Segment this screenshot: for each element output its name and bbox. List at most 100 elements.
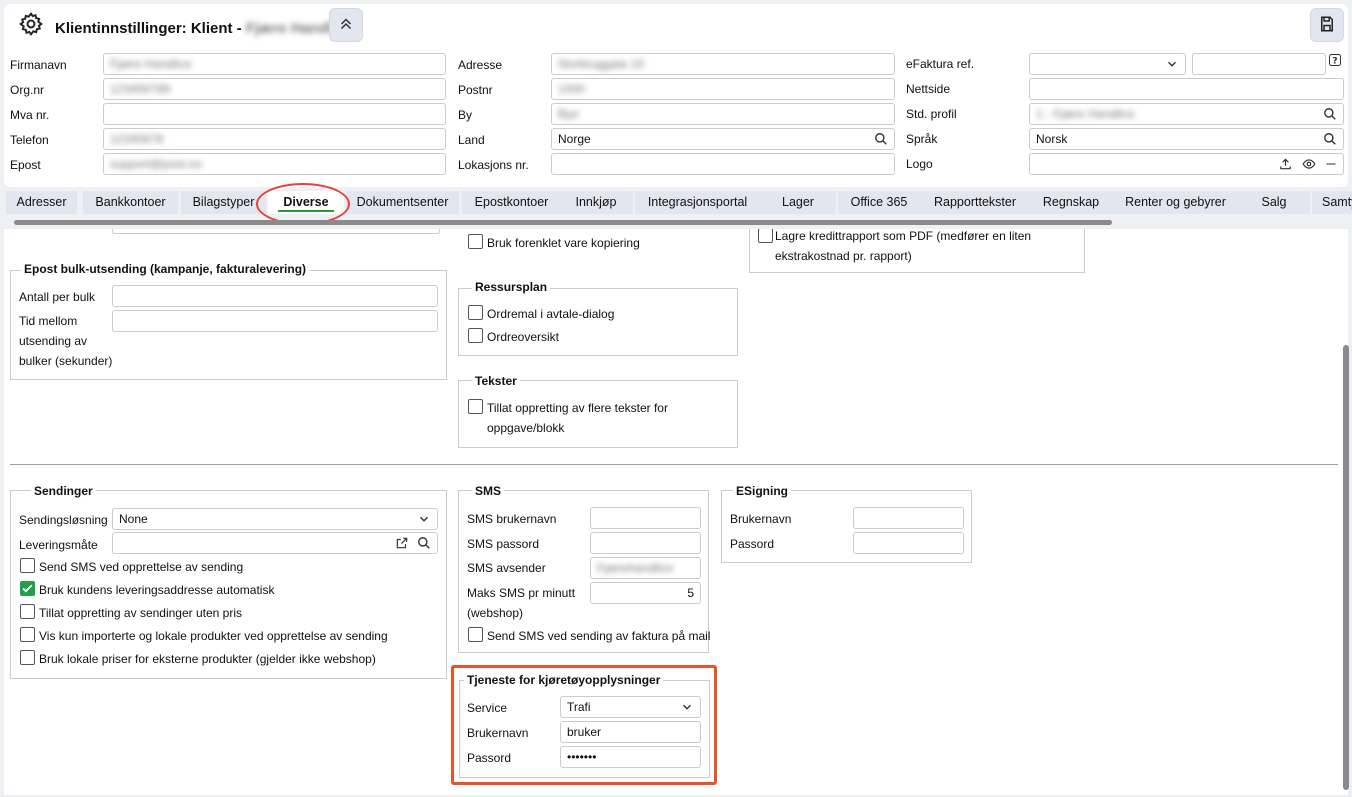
firmanavn-input[interactable]: Fjære Handlice (103, 53, 446, 75)
tab-lager[interactable]: Lager (760, 191, 836, 214)
label-telefon: Telefon (10, 133, 49, 147)
tid-mellom-input[interactable] (112, 310, 438, 332)
ordreoversikt-label: Ordreoversikt (487, 330, 560, 344)
maks-sms-label-1: Maks SMS pr minutt (467, 586, 576, 600)
collapse-button[interactable] (329, 8, 363, 42)
chevron-down-icon (1165, 57, 1179, 74)
land-input[interactable]: Norge (551, 128, 895, 150)
epost-bulk-legend: Epost bulk-utsending (kampanje, faktural… (21, 262, 310, 276)
send-sms-checkbox[interactable] (20, 558, 35, 573)
esigning-brukernavn-label: Brukernavn (730, 512, 792, 526)
search-icon[interactable] (1323, 107, 1337, 124)
send-sms-label: Send SMS ved opprettelse av sending (39, 560, 244, 574)
chevrons-up-icon (337, 15, 355, 36)
efaktura-select[interactable] (1029, 53, 1186, 75)
bruk-forenklet-checkbox[interactable] (468, 234, 483, 249)
lagre-kreditt-label-2: ekstrakostnad pr. rapport) (775, 249, 912, 263)
gear-icon (18, 11, 44, 40)
sms-brukernavn-label: SMS brukernavn (467, 512, 557, 526)
nettside-input[interactable] (1029, 78, 1344, 100)
epost-input[interactable]: support@post.no (103, 153, 446, 175)
esigning-passord-input[interactable] (853, 532, 964, 554)
sendingslosning-select[interactable]: None (112, 508, 438, 530)
antall-per-bulk-input[interactable] (112, 285, 438, 307)
eye-icon[interactable] (1301, 157, 1317, 174)
tillat-uten-pris-checkbox[interactable] (20, 604, 35, 619)
postnr-input[interactable]: 1000 (551, 78, 895, 100)
mva-input[interactable] (103, 103, 446, 125)
maks-sms-label-2: (webshop) (467, 606, 524, 620)
minus-icon[interactable] (1325, 157, 1337, 174)
label-epost: Epost (10, 158, 41, 172)
tab-office365[interactable]: Office 365 (838, 191, 920, 214)
tillat-uten-pris-label: Tillat oppretting av sendinger uten pris (39, 606, 243, 620)
tab-innkjop[interactable]: Innkjøp (559, 191, 633, 214)
ordremal-checkbox[interactable] (468, 305, 483, 320)
sms-passord-label: SMS passord (467, 537, 540, 551)
tab-regnskap[interactable]: Regnskap (1029, 191, 1113, 214)
tab-integrasjonsportal[interactable]: Integrasjonsportal (635, 191, 760, 214)
stdprofil-input[interactable]: 1 - Fjære Handlice (1029, 103, 1344, 125)
search-icon[interactable] (874, 132, 888, 149)
search-icon[interactable] (417, 536, 431, 553)
horizontal-scrollbar[interactable] (14, 220, 1112, 225)
sms-brukernavn-input[interactable] (590, 507, 701, 529)
sms-legend: SMS (472, 484, 505, 498)
efaktura-ref-input[interactable] (1192, 53, 1326, 75)
checkmark-icon (21, 584, 34, 598)
tab-bilagstyper[interactable]: Bilagstyper (181, 191, 266, 214)
upload-icon[interactable] (1278, 157, 1293, 174)
tab-salg[interactable]: Salg (1238, 191, 1310, 214)
sendingslosning-label: Sendingsløsning (19, 513, 108, 527)
bruk-lokale-priser-checkbox[interactable] (20, 650, 35, 665)
tab-adresser[interactable]: Adresser (6, 191, 77, 214)
tab-epostkontoer[interactable]: Epostkontoer (462, 191, 561, 214)
lagre-kreditt-checkbox[interactable] (758, 229, 773, 243)
send-sms-faktura-checkbox[interactable] (468, 627, 483, 642)
sms-avsender-label: SMS avsender (467, 561, 546, 575)
tab-renter-og-gebyrer[interactable]: Renter og gebyrer (1113, 191, 1238, 214)
telefon-input[interactable]: 12345678 (103, 128, 446, 150)
external-link-icon[interactable] (395, 536, 409, 553)
vertical-scrollbar[interactable] (1343, 345, 1349, 790)
vis-kun-importerte-label: Vis kun importerte og lokale produkter v… (39, 629, 388, 643)
adresse-input[interactable]: Storbruggata 10 (551, 53, 895, 75)
bruk-forenklet-label: Bruk forenklet vare kopiering (487, 236, 640, 250)
logo-input[interactable] (1029, 153, 1344, 175)
tillat-tekster-label-2: oppgave/blokk (487, 421, 565, 435)
tab-dokumentsenter[interactable]: Dokumentsenter (346, 191, 459, 214)
label-stdprofil: Std. profil (906, 107, 957, 121)
tillat-tekster-label-1: Tillat oppretting av flere tekster for (487, 401, 668, 415)
sms-avsender-input[interactable]: Fjærehandlice (590, 557, 701, 579)
save-icon (1318, 15, 1336, 36)
tid-mellom-label-2: utsending av (19, 334, 88, 348)
search-icon[interactable] (1323, 132, 1337, 149)
label-land: Land (458, 133, 485, 147)
orgnr-input[interactable]: 123456789 (103, 78, 446, 100)
bruk-leveringsaddresse-checkbox[interactable] (20, 581, 35, 596)
esigning-brukernavn-input[interactable] (853, 507, 964, 529)
help-icon[interactable]: ? (1329, 54, 1341, 69)
save-button[interactable] (1310, 8, 1344, 42)
maks-sms-input[interactable]: 5 (590, 582, 701, 604)
lokasjon-input[interactable] (551, 153, 895, 175)
label-orgnr: Org.nr (10, 83, 45, 97)
sms-passord-input[interactable] (590, 532, 701, 554)
vis-kun-importerte-checkbox[interactable] (20, 627, 35, 642)
esigning-legend: ESigning (733, 484, 791, 498)
tab-bankkontoer[interactable]: Bankkontoer (83, 191, 178, 214)
by-input[interactable]: Bye (551, 103, 895, 125)
tab-samty[interactable]: Samty (1312, 191, 1352, 214)
tab-rapporttekster[interactable]: Rapporttekster (920, 191, 1030, 214)
label-nettside: Nettside (906, 82, 951, 96)
ressursplan-box (458, 288, 738, 356)
ordreoversikt-checkbox[interactable] (468, 328, 483, 343)
send-sms-faktura-label: Send SMS ved sending av faktura på mail (487, 629, 711, 643)
chevron-down-icon (417, 512, 431, 529)
label-efaktura: eFaktura ref. (906, 57, 975, 71)
sprak-input[interactable]: Norsk (1029, 128, 1344, 150)
svg-text:?: ? (1332, 57, 1337, 67)
client-header: Klientinnstillinger: Klient - Fjære Hand… (4, 4, 1348, 187)
leveringsmate-input[interactable] (112, 532, 438, 554)
tillat-tekster-checkbox[interactable] (468, 399, 483, 414)
